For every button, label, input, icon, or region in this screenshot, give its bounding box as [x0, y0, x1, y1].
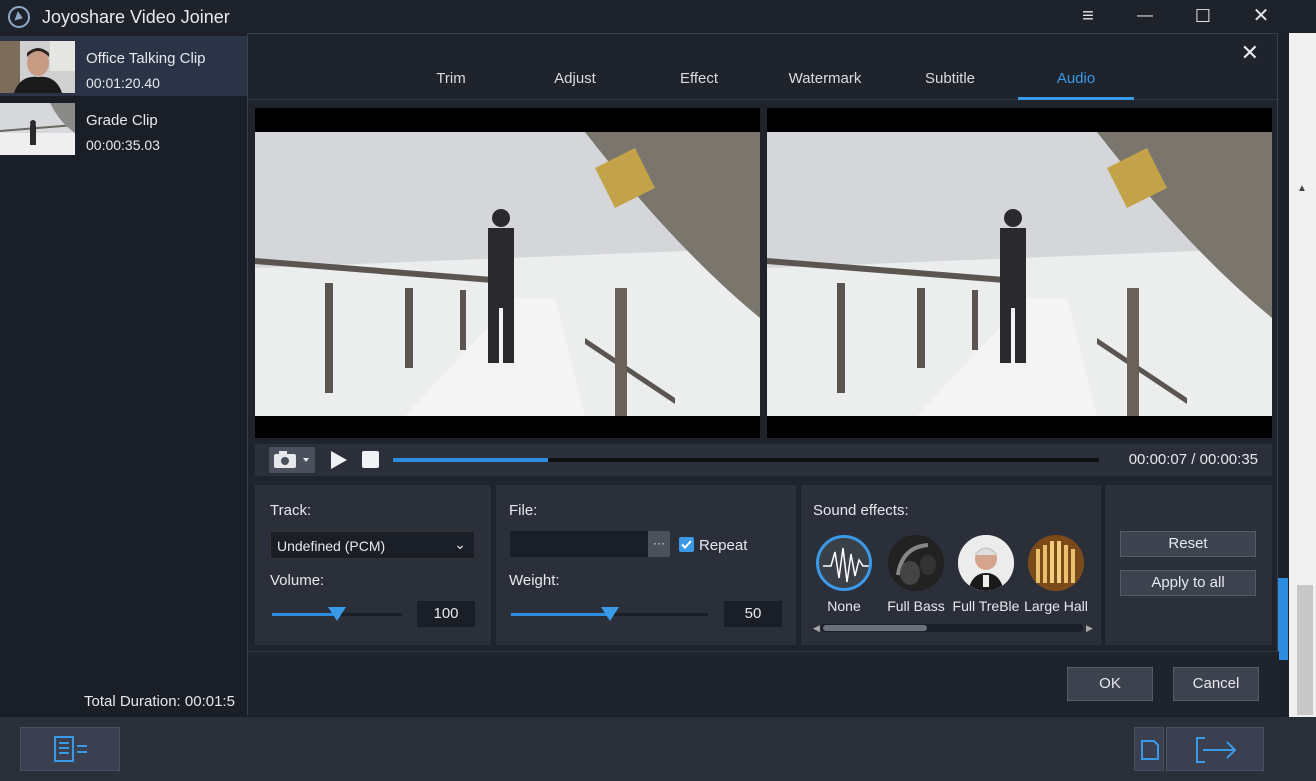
side-handle[interactable]: [1278, 578, 1288, 660]
volume-slider-thumb[interactable]: [328, 607, 346, 621]
playback-bar: 00:00:07 / 00:00:35: [255, 444, 1272, 476]
tab-trim[interactable]: Trim: [393, 70, 509, 100]
cancel-button[interactable]: Cancel: [1173, 667, 1259, 701]
clip-name: Grade Clip: [86, 112, 158, 129]
snapshot-button[interactable]: [269, 447, 315, 473]
original-preview: [255, 108, 760, 438]
close-dialog-icon[interactable]: ✕: [1241, 40, 1259, 66]
maximize-icon[interactable]: ☐: [1190, 4, 1216, 28]
clip-item[interactable]: Grade Clip 00:00:35.03: [0, 98, 247, 158]
stop-button[interactable]: [362, 451, 379, 468]
weight-slider-fill: [511, 613, 610, 616]
checkmark-icon: [681, 540, 692, 549]
weight-slider-thumb[interactable]: [600, 607, 619, 621]
singer-icon: [958, 535, 1014, 591]
edit-list-icon: [54, 736, 87, 762]
export-icon: [1196, 737, 1237, 763]
edit-list-button[interactable]: [20, 727, 120, 771]
file-input[interactable]: [510, 531, 648, 557]
clip-name: Office Talking Clip: [86, 50, 206, 67]
track-panel: Track: Undefined (PCM) ⌄ Volume: 100: [255, 485, 491, 645]
repeat-checkbox[interactable]: [679, 537, 694, 552]
title-bar: Joyoshare Video Joiner ≡ — ☐ ✕: [0, 0, 1316, 33]
playback-progress[interactable]: [393, 458, 1099, 462]
app-logo-icon: [8, 6, 30, 28]
repeat-label: Repeat: [699, 537, 748, 554]
edit-dialog: ✕ Trim Adjust Effect Watermark Subtitle …: [247, 33, 1279, 715]
file-icon: [1141, 740, 1159, 760]
clip-list: Office Talking Clip 00:01:20.40 Grade Cl…: [0, 33, 247, 717]
clip-thumbnail: [0, 41, 75, 93]
edit-tabs: Trim Adjust Effect Watermark Subtitle Au…: [248, 64, 1279, 100]
total-duration: Total Duration: 00:01:5: [84, 693, 235, 710]
tab-adjust[interactable]: Adjust: [517, 70, 633, 100]
effects-scrollbar-thumb[interactable]: [823, 625, 927, 631]
sound-effect-label: Large Hall: [1024, 598, 1088, 614]
tab-effect[interactable]: Effect: [641, 70, 757, 100]
ok-button[interactable]: OK: [1067, 667, 1153, 701]
play-icon: [331, 451, 347, 469]
clip-item[interactable]: Office Talking Clip 00:01:20.40: [0, 36, 247, 96]
output-preview: [767, 108, 1272, 438]
scrollbar-thumb[interactable]: [1297, 585, 1313, 715]
file-button[interactable]: [1134, 727, 1164, 771]
sound-effect-none[interactable]: [816, 535, 872, 591]
bottom-bar: [0, 717, 1316, 781]
close-window-icon[interactable]: ✕: [1248, 4, 1274, 28]
waveform-icon: [823, 547, 869, 583]
weight-slider[interactable]: [511, 607, 708, 621]
sound-effect-full-treble[interactable]: [958, 535, 1014, 591]
file-panel: File: ··· Repeat Weight: 50: [496, 485, 796, 645]
track-select[interactable]: Undefined (PCM) ⌄: [270, 531, 475, 559]
sound-effect-full-bass[interactable]: [888, 535, 944, 591]
pipe-organ-icon: [1028, 535, 1084, 591]
headphones-icon: [888, 535, 944, 591]
scroll-left-icon[interactable]: ◀: [813, 623, 820, 634]
effects-scrollbar[interactable]: [821, 624, 1083, 632]
sound-effect-label: Full Bass: [887, 598, 945, 614]
sound-effect-label: Full TreBle: [952, 598, 1020, 614]
scroll-up-icon[interactable]: ▲: [1297, 183, 1307, 194]
scroll-right-icon[interactable]: ▶: [1086, 623, 1093, 634]
timecode: 00:00:07 / 00:00:35: [1128, 451, 1258, 468]
track-label: Track:: [270, 502, 312, 519]
playback-progress-fill: [393, 458, 549, 462]
sound-effects-panel: Sound effects: None Full Bass Full TreBl…: [801, 485, 1101, 645]
menu-icon[interactable]: ≡: [1075, 4, 1101, 28]
actions-panel: Reset Apply to all: [1105, 485, 1272, 645]
app-title: Joyoshare Video Joiner: [42, 7, 230, 27]
browse-file-button[interactable]: ···: [648, 531, 670, 557]
volume-slider[interactable]: [272, 607, 402, 621]
sound-effects-label: Sound effects:: [813, 502, 909, 519]
sound-effect-label: None: [827, 598, 861, 614]
dialog-footer: OK Cancel: [248, 651, 1279, 715]
weight-label: Weight:: [509, 572, 560, 589]
tab-audio[interactable]: Audio: [1018, 70, 1134, 100]
file-label: File:: [509, 502, 538, 519]
chevron-down-icon: ⌄: [454, 536, 466, 552]
apply-to-all-button[interactable]: Apply to all: [1120, 570, 1256, 596]
export-button[interactable]: [1166, 727, 1264, 771]
minimize-icon[interactable]: —: [1132, 4, 1158, 28]
sound-effect-large-hall[interactable]: [1028, 535, 1084, 591]
camera-icon: [274, 451, 309, 468]
weight-value[interactable]: 50: [724, 601, 782, 627]
clip-duration: 00:01:20.40: [86, 75, 160, 91]
background-scroll-strip: ▲: [1289, 33, 1316, 717]
tab-subtitle[interactable]: Subtitle: [892, 70, 1008, 100]
track-value: Undefined (PCM): [277, 538, 386, 554]
volume-label: Volume:: [270, 572, 325, 589]
play-button[interactable]: [329, 449, 349, 476]
volume-value[interactable]: 100: [417, 601, 475, 627]
clip-thumbnail: [0, 103, 75, 155]
tab-watermark[interactable]: Watermark: [767, 70, 883, 100]
reset-button[interactable]: Reset: [1120, 531, 1256, 557]
clip-duration: 00:00:35.03: [86, 137, 160, 153]
